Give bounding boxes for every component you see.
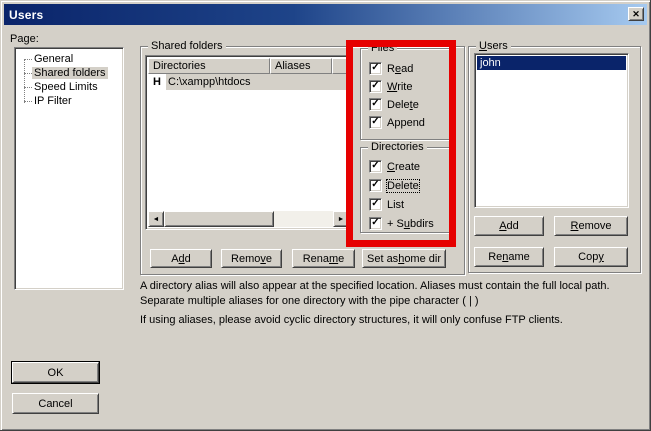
append-checkbox[interactable]: ✓ — [369, 116, 382, 129]
write-checkbox[interactable]: ✓ — [369, 80, 382, 93]
checkbox-row-subdirs[interactable]: ✓ + Subdirs — [369, 217, 449, 230]
delete-file-checkbox[interactable]: ✓ — [369, 98, 382, 111]
users-group-label: Users — [476, 40, 511, 53]
directories-permissions-group: Directories ✓ Create ✓ Delete ✓ List ✓ +… — [360, 147, 450, 233]
check-icon: ✓ — [371, 180, 379, 190]
delete-dir-checkbox-label: Delete — [387, 180, 419, 192]
subdirs-checkbox-label: + Subdirs — [387, 218, 434, 230]
subdirs-checkbox[interactable]: ✓ — [369, 217, 382, 230]
checkbox-row-append[interactable]: ✓ Append — [369, 116, 449, 129]
window-title: Users — [4, 8, 43, 22]
read-checkbox[interactable]: ✓ — [369, 62, 382, 75]
shared-remove-button[interactable]: Remove — [221, 249, 282, 268]
close-icon[interactable]: ✕ — [628, 7, 644, 21]
check-icon: ✓ — [371, 99, 379, 109]
sidebar-item-ip-filter[interactable]: IP Filter — [17, 94, 121, 108]
check-icon: ✓ — [371, 81, 379, 91]
home-dir-marker: H — [148, 74, 166, 90]
directory-path: C:\xampp\htdocs — [166, 74, 349, 90]
user-remove-button[interactable]: Remove — [554, 216, 628, 236]
check-icon: ✓ — [371, 117, 379, 127]
checkbox-row-read[interactable]: ✓ Read — [369, 62, 449, 75]
user-add-button[interactable]: Add — [474, 216, 544, 236]
delete-dir-checkbox[interactable]: ✓ — [369, 179, 382, 192]
checkbox-row-delete-dir[interactable]: ✓ Delete — [369, 179, 449, 192]
check-icon: ✓ — [371, 218, 379, 228]
check-icon: ✓ — [371, 199, 379, 209]
directories-group-label: Directories — [368, 141, 427, 154]
table-row[interactable]: H C:\xampp\htdocs — [148, 74, 349, 90]
list-header: Directories Aliases — [148, 58, 349, 74]
check-icon: ✓ — [371, 63, 379, 73]
cancel-button[interactable]: Cancel — [12, 393, 99, 414]
scrollbar-thumb[interactable] — [164, 211, 274, 227]
alias-note-text: A directory alias will also appear at th… — [140, 279, 642, 309]
scrollbar-track[interactable] — [274, 211, 333, 227]
checkbox-row-create[interactable]: ✓ Create — [369, 160, 449, 173]
files-group-label: Files — [368, 42, 397, 55]
sidebar-item-general[interactable]: General — [17, 52, 121, 66]
user-copy-button[interactable]: Copy — [554, 247, 628, 267]
page-label: Page: — [10, 33, 39, 45]
scroll-right-arrow-icon[interactable]: ► — [333, 211, 349, 227]
files-permissions-group: Files ✓ Read ✓ Write ✓ Delete ✓ Append — [360, 48, 450, 140]
delete-file-checkbox-label: Delete — [387, 99, 419, 111]
checkbox-row-delete-file[interactable]: ✓ Delete — [369, 98, 449, 111]
column-header-aliases[interactable]: Aliases — [270, 58, 332, 74]
scroll-left-arrow-icon[interactable]: ◄ — [148, 211, 164, 227]
title-bar[interactable]: Users ✕ — [4, 4, 647, 25]
shared-add-button[interactable]: Add — [150, 249, 212, 268]
list-checkbox[interactable]: ✓ — [369, 198, 382, 211]
checkbox-row-write[interactable]: ✓ Write — [369, 80, 449, 93]
append-checkbox-label: Append — [387, 117, 425, 129]
list-item-user[interactable]: john — [477, 56, 626, 70]
page-listbox[interactable]: General Shared folders Speed Limits IP F… — [14, 47, 124, 290]
sidebar-item-shared-folders[interactable]: Shared folders — [17, 66, 121, 80]
set-as-home-dir-button[interactable]: Set as home dir — [362, 249, 446, 268]
column-header-directories[interactable]: Directories — [148, 58, 270, 74]
create-checkbox-label: Create — [387, 161, 420, 173]
user-rename-button[interactable]: Rename — [474, 247, 544, 267]
check-icon: ✓ — [371, 161, 379, 171]
create-checkbox[interactable]: ✓ — [369, 160, 382, 173]
checkbox-row-list[interactable]: ✓ List — [369, 198, 449, 211]
horizontal-scrollbar[interactable]: ◄ ► — [148, 211, 349, 227]
cyclic-note-text: If using aliases, please avoid cyclic di… — [140, 313, 642, 328]
list-checkbox-label: List — [387, 199, 404, 211]
users-listbox[interactable]: john — [474, 53, 629, 208]
shared-rename-button[interactable]: Rename — [292, 249, 355, 268]
sidebar-item-speed-limits[interactable]: Speed Limits — [17, 80, 121, 94]
write-checkbox-label: Write — [387, 81, 412, 93]
read-checkbox-label: Read — [387, 63, 413, 75]
page-tree: General Shared folders Speed Limits IP F… — [17, 52, 121, 108]
directories-list[interactable]: Directories Aliases H C:\xampp\htdocs ◄ … — [145, 55, 352, 230]
column-header-filler — [332, 58, 349, 74]
users-dialog: Users ✕ Page: General Shared folders Spe… — [0, 0, 651, 431]
shared-folders-group-label: Shared folders — [148, 40, 226, 53]
ok-button[interactable]: OK — [12, 362, 99, 383]
